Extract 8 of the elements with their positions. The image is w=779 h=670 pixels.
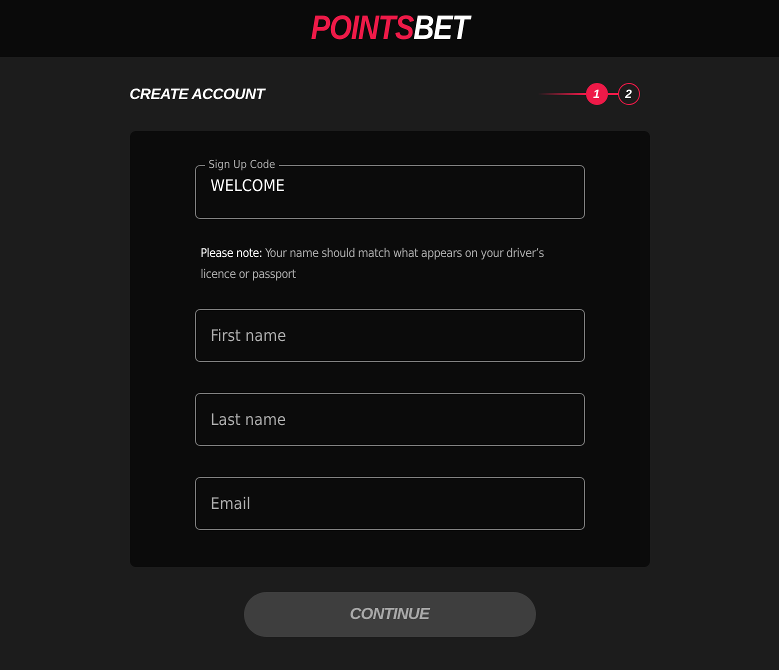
step-indicator: 1 [586,83,608,105]
input-field[interactable]: Last name [194,393,584,446]
input-field[interactable]: First name [194,309,584,362]
signup-code-field[interactable]: Sign Up Code WELCOME [194,158,584,219]
note-text: Please note: Your name should match what appears on your driver’s licence or passport [200,245,545,283]
step-indicator: 2 [618,83,640,105]
input-field[interactable]: Email [194,477,584,530]
page-title: CREATE ACCOUNT [130,86,264,102]
